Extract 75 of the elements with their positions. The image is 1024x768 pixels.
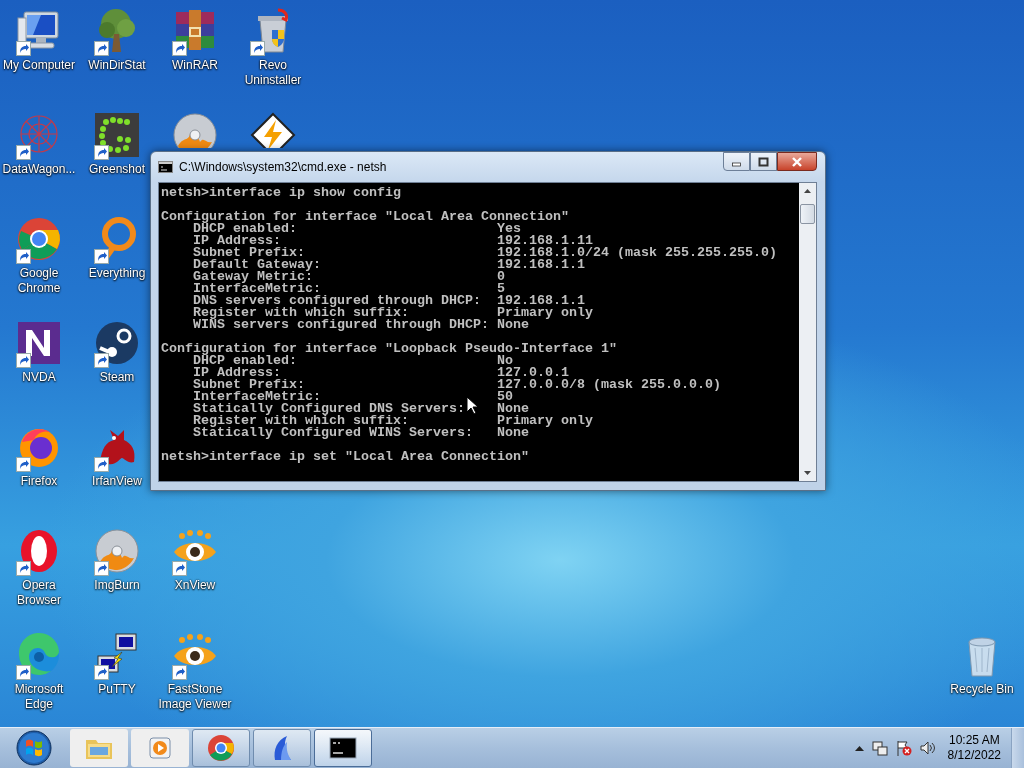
setting-label: Statically Configured WINS Servers:	[193, 427, 473, 439]
setting-value: 127.0.0.1	[497, 367, 569, 379]
icon-label[interactable]: Steam	[99, 370, 135, 385]
taskbar-button[interactable]	[314, 729, 372, 767]
scrollbar[interactable]	[799, 183, 816, 481]
icon-label[interactable]: My Computer	[3, 58, 75, 73]
command-line: netsh>interface ip set "Local Area Connection"	[161, 451, 530, 463]
setting-value: 5	[497, 283, 505, 295]
setting-value: 192.168.1.11	[497, 235, 593, 247]
setting-label: Subnet Prefix:	[193, 379, 305, 391]
setting-label: Register with which suffix:	[193, 307, 409, 319]
setting-value: 192.168.1.1	[497, 295, 585, 307]
maximize-icon	[758, 156, 769, 167]
show-hidden-icons-icon[interactable]	[854, 745, 864, 751]
setting-label: InterfaceMetric:	[193, 283, 321, 295]
setting-value: None	[497, 319, 529, 331]
icon-label[interactable]: IrfanView	[92, 474, 142, 489]
close-button[interactable]	[777, 152, 817, 171]
console-heading: Configuration for interface "Local Area Connection"	[161, 211, 570, 223]
close-icon	[790, 156, 804, 167]
setting-label: IP Address:	[193, 235, 281, 247]
console-icon	[158, 161, 173, 173]
icon-label[interactable]: Everything	[88, 266, 146, 281]
icon-label[interactable]: Microsoft Edge	[1, 682, 77, 712]
icon-label[interactable]: Recycle Bin	[950, 682, 1014, 697]
setting-value: None	[497, 427, 529, 439]
lightning-icon[interactable]	[248, 110, 298, 148]
setting-label: Gateway Metric:	[193, 271, 313, 283]
setting-label: Subnet Prefix:	[193, 247, 305, 259]
setting-value: 127.0.0.0/8 (mask 255.0.0.0)	[497, 379, 722, 391]
setting-label: Statically Configured DNS Servers:	[193, 403, 465, 415]
setting-value: 50	[497, 391, 513, 403]
setting-value: 192.168.1.0/24 (mask 255.255.255.0)	[497, 247, 778, 259]
setting-label: Default Gateway:	[193, 259, 321, 271]
setting-value: Primary only	[497, 307, 594, 319]
icon-label[interactable]: ImgBurn	[94, 578, 140, 593]
setting-label: DHCP enabled:	[193, 223, 297, 235]
icon-label[interactable]: Google Chrome	[1, 266, 77, 296]
icon-label[interactable]: NVDA	[22, 370, 56, 385]
setting-label: IP Address:	[193, 367, 281, 379]
setting-value: Yes	[497, 223, 521, 235]
clock-date[interactable]: 8/12/2022	[947, 748, 1001, 763]
setting-value: 192.168.1.1	[497, 259, 586, 271]
icon-label[interactable]: Greenshot	[88, 162, 145, 177]
console-heading: Configuration for interface "Loopback Pseudo-Interface 1"	[161, 343, 618, 355]
icon-label[interactable]: XnView	[174, 578, 216, 593]
setting-value: No	[497, 355, 513, 367]
icon-label[interactable]: DataWagon...	[2, 162, 76, 177]
network-icon[interactable]	[871, 740, 888, 756]
setting-label: DNS servers configured through DHCP:	[193, 295, 481, 307]
flag-error-icon[interactable]	[895, 740, 912, 756]
icon-label[interactable]: PuTTY	[98, 682, 136, 697]
setting-label: InterfaceMetric:	[193, 391, 321, 403]
setting-label: DHCP enabled:	[193, 355, 297, 367]
dots-icon[interactable]	[92, 110, 142, 160]
setting-value: None	[497, 403, 529, 415]
icon-label[interactable]: Revo Uninstaller	[235, 58, 311, 88]
clock-time[interactable]: 10:25 AM	[948, 733, 1000, 748]
scroll-thumb[interactable]	[800, 204, 815, 224]
speaker-icon[interactable]	[919, 740, 936, 756]
icon-label[interactable]: Opera Browser	[1, 578, 77, 608]
window-title: C:\Windows\system32\cmd.exe - netsh	[179, 160, 388, 174]
icon-label[interactable]: WinRAR	[172, 58, 218, 73]
mouse-pointer-icon	[466, 396, 478, 415]
icon-label[interactable]: FastStone Image Viewer	[157, 682, 233, 712]
command-line: netsh>interface ip show config	[161, 187, 402, 199]
setting-value: Primary only	[497, 415, 594, 427]
minimize-button[interactable]	[723, 152, 750, 171]
setting-value: 0	[497, 271, 506, 283]
circle-logo-icon	[206, 733, 236, 763]
icon-label[interactable]: WinDirStat	[88, 58, 146, 73]
setting-label: WINS servers configured through DHCP:	[193, 319, 489, 331]
icon-label[interactable]: Firefox	[20, 474, 58, 489]
maximize-button[interactable]	[750, 152, 777, 171]
setting-label: Register with which suffix:	[193, 415, 409, 427]
